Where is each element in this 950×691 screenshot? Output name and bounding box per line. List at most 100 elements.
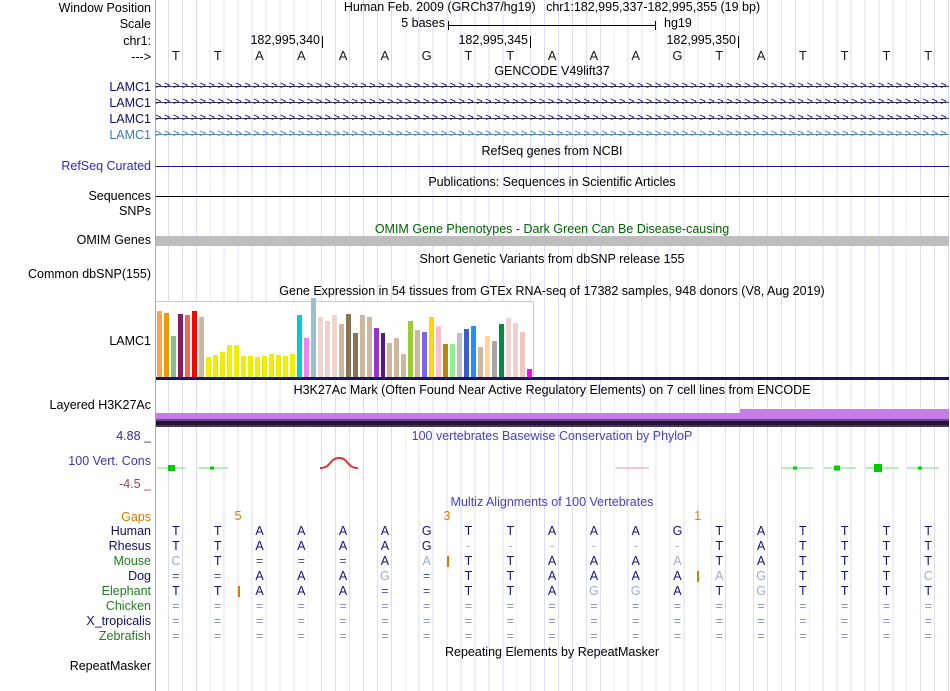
gtex-bar[interactable] bbox=[360, 315, 365, 377]
track-label-gtex-gene[interactable]: LAMC1 bbox=[109, 334, 151, 348]
track-label-common-dbsnp[interactable]: Common dbSNP(155) bbox=[28, 267, 151, 281]
gtex-bar[interactable] bbox=[248, 356, 253, 377]
gtex-bar[interactable] bbox=[401, 354, 406, 377]
gtex-bar[interactable] bbox=[346, 314, 351, 377]
gencode-transcript[interactable]: >>>>>>>>>>>>>>>>>>>>>>>>>>>>>>>>>>>>>>>>… bbox=[155, 112, 949, 125]
gtex-bar[interactable] bbox=[527, 369, 532, 377]
species-label-dog[interactable]: Dog bbox=[128, 569, 151, 583]
gtex-bar[interactable] bbox=[492, 341, 497, 377]
gtex-bar[interactable] bbox=[408, 321, 413, 377]
gtex-bar[interactable] bbox=[220, 352, 225, 377]
gtex-bar[interactable] bbox=[429, 317, 434, 377]
gtex-bar[interactable] bbox=[332, 315, 337, 377]
gtex-bar[interactable] bbox=[422, 332, 427, 377]
gtex-bar[interactable] bbox=[464, 329, 469, 377]
track-label-100-vert-cons[interactable]: 100 Vert. Cons bbox=[68, 454, 151, 468]
track-label-lamc1[interactable]: LAMC1 bbox=[109, 128, 151, 142]
species-label-elephant[interactable]: Elephant bbox=[102, 584, 151, 598]
alignment-row-mouse[interactable]: CT===AATTAAAATATTTT bbox=[155, 554, 949, 569]
gtex-bar[interactable] bbox=[255, 357, 260, 377]
alignment-gaps-row[interactable]: 531 bbox=[155, 510, 949, 523]
gtex-bar[interactable] bbox=[171, 336, 176, 377]
gtex-bar[interactable] bbox=[185, 315, 190, 377]
species-label-chicken[interactable]: Chicken bbox=[106, 599, 151, 613]
gencode-transcript[interactable]: >>>>>>>>>>>>>>>>>>>>>>>>>>>>>>>>>>>>>>>>… bbox=[155, 96, 949, 109]
phylop-conservation-plot[interactable] bbox=[155, 442, 949, 496]
gtex-bar[interactable] bbox=[520, 332, 525, 377]
track-data-area[interactable]: 5 bases hg19 TTAAAAGTTAAAGTATTTT 531 182… bbox=[155, 0, 949, 691]
alignment-base: T bbox=[155, 524, 197, 539]
gtex-bar[interactable] bbox=[199, 317, 204, 377]
gtex-bar[interactable] bbox=[276, 355, 281, 377]
gtex-bar[interactable] bbox=[164, 313, 169, 377]
alignment-row-rhesus[interactable]: TTAAAAG------TATTTT bbox=[155, 539, 949, 554]
gtex-bar[interactable] bbox=[192, 311, 197, 377]
gtex-bar[interactable] bbox=[213, 355, 218, 377]
gtex-bar[interactable] bbox=[206, 357, 211, 377]
gtex-bar[interactable] bbox=[262, 356, 267, 377]
gencode-transcript[interactable]: >>>>>>>>>>>>>>>>>>>>>>>>>>>>>>>>>>>>>>>>… bbox=[155, 128, 949, 141]
track-label-repeatmasker[interactable]: RepeatMasker bbox=[70, 659, 151, 673]
gtex-bar[interactable] bbox=[513, 323, 518, 377]
alignment-row-dog[interactable]: ==AAAG=TTAAAAAGTTTC bbox=[155, 569, 949, 584]
gtex-bar[interactable] bbox=[457, 333, 462, 377]
gtex-bar[interactable] bbox=[374, 328, 379, 377]
gtex-bar[interactable] bbox=[387, 343, 392, 377]
gencode-transcript[interactable]: >>>>>>>>>>>>>>>>>>>>>>>>>>>>>>>>>>>>>>>>… bbox=[155, 80, 949, 93]
h3k27ac-signal-high[interactable] bbox=[740, 409, 949, 419]
gtex-bar[interactable] bbox=[227, 345, 232, 377]
gtex-bar[interactable] bbox=[450, 344, 455, 377]
gtex-bar[interactable] bbox=[304, 338, 309, 377]
gtex-bar[interactable] bbox=[353, 333, 358, 377]
alignment-row-zebrafish[interactable]: =================== bbox=[155, 629, 949, 644]
gtex-bar[interactable] bbox=[367, 317, 372, 377]
gtex-bar[interactable] bbox=[290, 354, 295, 377]
species-label-zebrafish[interactable]: Zebrafish bbox=[99, 629, 151, 643]
species-label-human[interactable]: Human bbox=[111, 524, 151, 538]
track-label-gaps[interactable]: Gaps bbox=[121, 510, 151, 524]
gtex-bar[interactable] bbox=[471, 326, 476, 377]
alignment-row-elephant[interactable]: TTAAA==TTAGGATGTTTT bbox=[155, 584, 949, 599]
species-label-rhesus[interactable]: Rhesus bbox=[109, 539, 151, 553]
gtex-bar[interactable] bbox=[394, 338, 399, 377]
gtex-bar[interactable] bbox=[311, 298, 316, 377]
track-label-snps[interactable]: SNPs bbox=[119, 204, 151, 218]
gtex-bar[interactable] bbox=[157, 311, 162, 377]
strand-direction-label[interactable]: ---> bbox=[131, 50, 151, 64]
gtex-bar[interactable] bbox=[339, 324, 344, 377]
gtex-bar[interactable] bbox=[415, 330, 420, 377]
gtex-bar[interactable] bbox=[485, 336, 490, 377]
track-label-lamc1[interactable]: LAMC1 bbox=[109, 80, 151, 94]
alignment-row-human[interactable]: TTAAAAGTTAAAGTATTTT bbox=[155, 524, 949, 539]
gtex-bar[interactable] bbox=[436, 326, 441, 377]
gtex-bar[interactable] bbox=[241, 356, 246, 377]
gtex-bar[interactable] bbox=[443, 344, 448, 377]
omim-genes-bar[interactable] bbox=[155, 236, 949, 246]
gtex-bar[interactable] bbox=[478, 347, 483, 377]
alignment-row-x_tropicalis[interactable]: =================== bbox=[155, 614, 949, 629]
h3k27ac-layered-band[interactable] bbox=[155, 419, 949, 427]
species-label-mouse[interactable]: Mouse bbox=[113, 554, 151, 568]
refseq-curated-track-line[interactable] bbox=[155, 166, 949, 167]
alignment-row-chicken[interactable]: =================== bbox=[155, 599, 949, 614]
gtex-bar[interactable] bbox=[318, 317, 323, 377]
gtex-bar[interactable] bbox=[325, 321, 330, 377]
track-label-layered-h3k27ac[interactable]: Layered H3K27Ac bbox=[50, 398, 151, 412]
gtex-bar[interactable] bbox=[269, 354, 274, 377]
gtex-bar[interactable] bbox=[283, 356, 288, 377]
track-label-omim-genes[interactable]: OMIM Genes bbox=[77, 233, 151, 247]
gtex-bar[interactable] bbox=[381, 333, 386, 377]
sequences-track-line[interactable] bbox=[155, 196, 949, 197]
gtex-bar[interactable] bbox=[297, 315, 302, 377]
dna-sequence-row[interactable]: TTAAAAGTTAAAGTATTTT bbox=[155, 49, 949, 63]
track-label-refseq-curated[interactable]: RefSeq Curated bbox=[61, 159, 151, 173]
track-label-lamc1[interactable]: LAMC1 bbox=[109, 112, 151, 126]
gtex-expression-chart[interactable] bbox=[155, 301, 534, 377]
gtex-bar[interactable] bbox=[506, 318, 511, 377]
species-label-x_tropicalis[interactable]: X_tropicalis bbox=[86, 614, 151, 628]
gtex-bar[interactable] bbox=[178, 314, 183, 377]
gtex-bar[interactable] bbox=[499, 324, 504, 377]
track-label-lamc1[interactable]: LAMC1 bbox=[109, 96, 151, 110]
gtex-bar[interactable] bbox=[234, 345, 239, 377]
track-label-sequences[interactable]: Sequences bbox=[88, 189, 151, 203]
